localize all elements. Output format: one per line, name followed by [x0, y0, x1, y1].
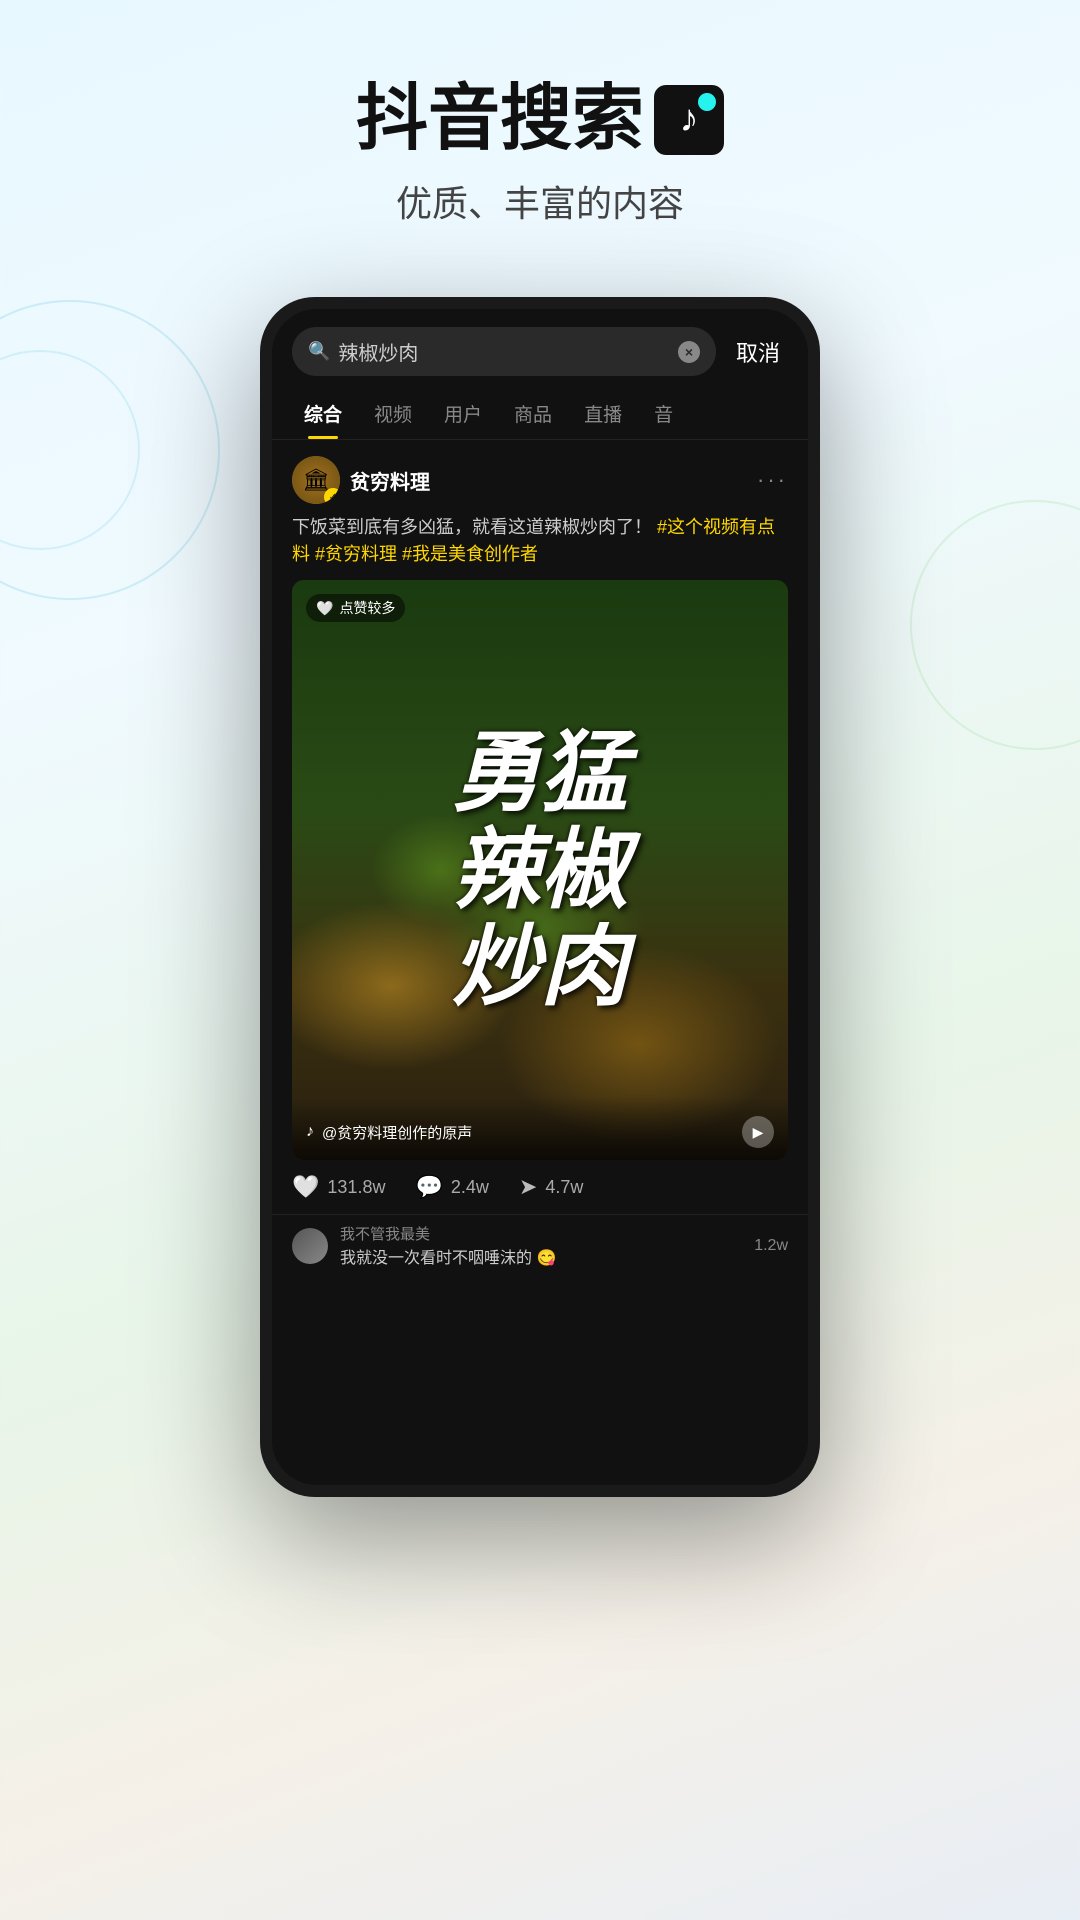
page-header: 抖音搜索 ♪ 优质、丰富的内容 [0, 0, 1080, 267]
phone-mockup: 🔍 辣椒炒肉 × 取消 综合 视频 用户 商品 [260, 297, 820, 1497]
tab-综合[interactable]: 综合 [288, 388, 358, 439]
header-subtitle: 优质、丰富的内容 [0, 175, 1080, 227]
search-query: 辣椒炒肉 [338, 337, 670, 366]
stats-row: 🤍 131.8w 💬 2.4w ➤ 4.7w [272, 1160, 808, 1214]
comments-count: 2.4w [451, 1177, 489, 1198]
tab-视频[interactable]: 视频 [358, 388, 428, 439]
post-header: 🏛 ✓ 贫穷料理 ··· [272, 440, 808, 514]
comments-stat[interactable]: 💬 2.4w [415, 1174, 488, 1200]
username[interactable]: 贫穷料理 [350, 466, 430, 495]
video-badge: 🤍 点赞较多 [306, 594, 405, 622]
video-thumbnail[interactable]: 勇猛辣椒炒肉 🤍 点赞较多 ♪ @贫穷料理创作的原声 [292, 580, 788, 1160]
badge-label: 点赞较多 [339, 598, 395, 618]
content-area: 🏛 ✓ 贫穷料理 ··· 下饭菜到底有多凶猛，就看这道辣椒炒肉了！ #这个视频有… [272, 440, 808, 1485]
cancel-button[interactable]: 取消 [728, 332, 788, 372]
likes-stat[interactable]: 🤍 131.8w [292, 1174, 385, 1200]
audio-text: @贫穷料理创作的原声 [322, 1122, 472, 1143]
tab-商品[interactable]: 商品 [498, 388, 568, 439]
comment-preview: 我不管我最美 我就没一次看时不咽唾沫的 😋 1.2w [272, 1214, 808, 1276]
phone-container: 🔍 辣椒炒肉 × 取消 综合 视频 用户 商品 [0, 297, 1080, 1497]
avatar: 🏛 ✓ [292, 456, 340, 504]
search-input-wrap[interactable]: 🔍 辣椒炒肉 × [292, 327, 716, 376]
video-title-text: 勇猛辣椒炒肉 [452, 725, 628, 1015]
comment-count: 1.2w [754, 1237, 788, 1255]
user-info: 🏛 ✓ 贫穷料理 [292, 456, 430, 504]
share-icon: ➤ [519, 1174, 537, 1200]
comment-text-wrap: 我不管我最美 我就没一次看时不咽唾沫的 😋 [340, 1223, 742, 1268]
likes-count: 131.8w [327, 1177, 385, 1198]
verified-badge: ✓ [324, 488, 340, 504]
search-bar: 🔍 辣椒炒肉 × 取消 [272, 309, 808, 388]
tab-用户[interactable]: 用户 [428, 388, 498, 439]
commenter-avatar [292, 1228, 328, 1264]
shares-count: 4.7w [545, 1177, 583, 1198]
more-options-icon[interactable]: ··· [757, 467, 788, 493]
comment-body: 我就没一次看时不咽唾沫的 😋 [340, 1244, 742, 1268]
title-text: 抖音搜索 [356, 80, 644, 159]
commenter-name[interactable]: 我不管我最美 [340, 1223, 742, 1244]
search-icon: 🔍 [308, 341, 330, 362]
tab-直播[interactable]: 直播 [568, 388, 638, 439]
play-button[interactable]: ▶ [742, 1116, 774, 1148]
page-title: 抖音搜索 ♪ [0, 80, 1080, 159]
tab-音[interactable]: 音 [638, 388, 689, 439]
video-content: 勇猛辣椒炒肉 [292, 580, 788, 1160]
post-description: 下饭菜到底有多凶猛，就看这道辣椒炒肉了！ #这个视频有点料 #贫穷料理 #我是美… [272, 514, 808, 580]
audio-info: ♪ @贫穷料理创作的原声 [306, 1122, 472, 1143]
heart-icon: 🤍 [292, 1174, 319, 1200]
tabs-row: 综合 视频 用户 商品 直播 音 [272, 388, 808, 440]
video-overlay: 勇猛辣椒炒肉 [292, 580, 788, 1160]
phone-screen: 🔍 辣椒炒肉 × 取消 综合 视频 用户 商品 [272, 309, 808, 1485]
heart-icon: 🤍 [316, 600, 333, 617]
comment-icon: 💬 [415, 1174, 442, 1200]
tiktok-small-icon: ♪ [306, 1123, 314, 1141]
video-footer: ♪ @贫穷料理创作的原声 ▶ [292, 1096, 788, 1160]
shares-stat[interactable]: ➤ 4.7w [519, 1174, 583, 1200]
tiktok-logo-icon: ♪ [654, 85, 724, 155]
clear-icon[interactable]: × [678, 341, 700, 363]
